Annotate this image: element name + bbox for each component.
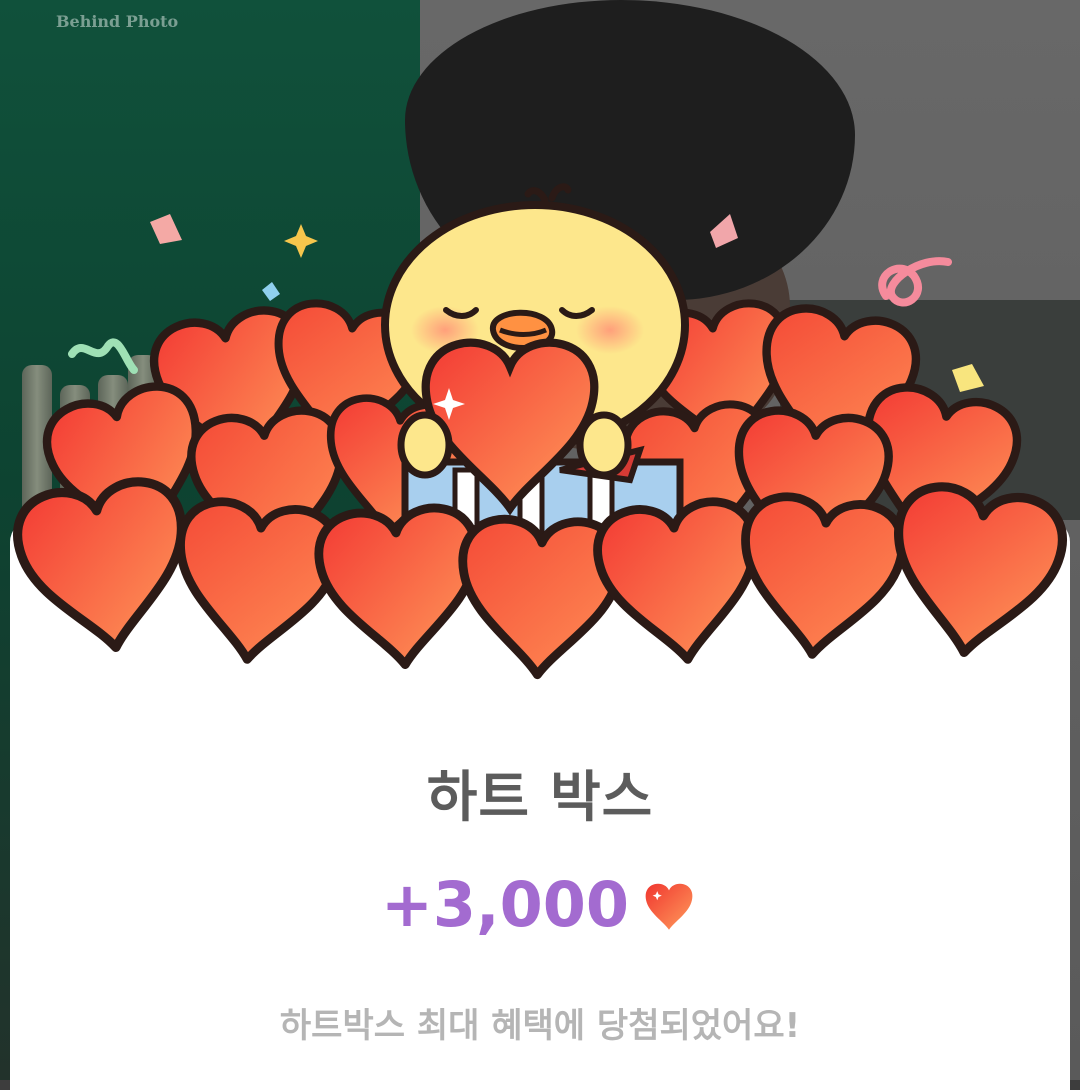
heart-icon — [645, 883, 693, 930]
reward-amount-row: +3,000 — [0, 868, 1080, 941]
reward-amount: +3,000 — [380, 868, 630, 941]
reward-message: 하트박스 최대 혜택에 당첨되었어요! — [279, 1006, 801, 1046]
heart-box-illustration — [0, 183, 1080, 700]
reward-title: 하트 박스 — [426, 765, 654, 829]
